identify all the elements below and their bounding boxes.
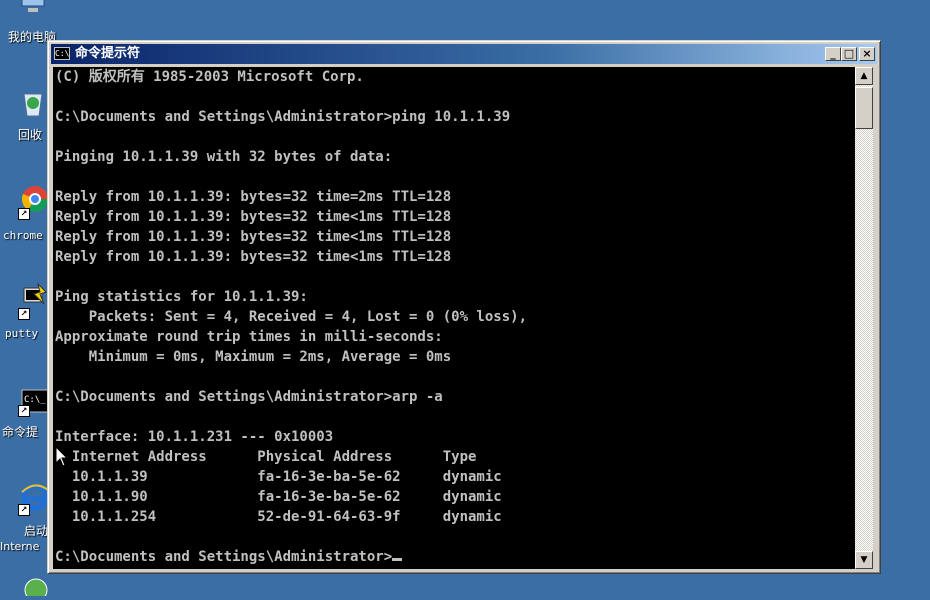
computer-icon <box>18 0 48 18</box>
console-line: (C) 版权所有 1985-2003 Microsoft Corp. <box>55 69 364 85</box>
console-line: Reply from 10.1.1.39: bytes=32 time<1ms … <box>55 209 452 225</box>
console-line: Reply from 10.1.1.39: bytes=32 time=2ms … <box>55 189 452 205</box>
scroll-up-button[interactable]: ▲ <box>855 67 873 85</box>
console-line: Ping statistics for 10.1.1.39: <box>55 289 308 305</box>
vertical-scrollbar[interactable]: ▲ ▼ <box>855 67 873 569</box>
console-line: Internet Address Physical Address Type <box>55 449 477 465</box>
shortcut-arrow-icon: ↗ <box>18 504 30 516</box>
scroll-thumb[interactable] <box>855 87 873 129</box>
console-line: Minimum = 0ms, Maximum = 2ms, Average = … <box>55 349 452 365</box>
maximize-button[interactable]: □ <box>841 47 857 61</box>
shortcut-arrow-icon: ↗ <box>18 405 30 417</box>
window-title: 命令提示符 <box>75 46 141 61</box>
cmd-window[interactable]: C:\ 命令提示符 _ □ × (C) 版权所有 1985-2003 Micro… <box>47 40 881 574</box>
mouse-pointer-icon <box>55 445 69 472</box>
console-line: C:\Documents and Settings\Administrator>… <box>55 109 511 125</box>
console-line: C:\Documents and Settings\Administrator> <box>55 549 393 565</box>
desktop-icon-label: chrome <box>3 229 43 242</box>
console-line: Reply from 10.1.1.39: bytes=32 time<1ms … <box>55 249 452 265</box>
console-line: Pinging 10.1.1.39 with 32 bytes of data: <box>55 149 393 165</box>
console-line: Reply from 10.1.1.39: bytes=32 time<1ms … <box>55 229 452 245</box>
text-cursor <box>392 558 403 561</box>
desktop-icon-label: 回收 <box>18 128 43 142</box>
desktop-icon-label-line2: Interne <box>0 540 40 553</box>
close-button[interactable]: × <box>859 47 875 61</box>
console-line: Interface: 10.1.1.231 --- 0x10003 <box>55 429 334 445</box>
console-text: (C) 版权所有 1985-2003 Microsoft Corp. C:\Do… <box>53 67 855 567</box>
shortcut-arrow-icon: ↗ <box>18 208 30 220</box>
console-output[interactable]: (C) 版权所有 1985-2003 Microsoft Corp. C:\Do… <box>53 67 855 569</box>
shortcut-arrow-icon: ↗ <box>18 308 30 320</box>
console-line: 10.1.1.39 fa-16-3e-ba-5e-62 dynamic <box>55 469 502 485</box>
console-line: Packets: Sent = 4, Received = 4, Lost = … <box>55 309 528 325</box>
console-line: C:\Documents and Settings\Administrator>… <box>55 389 443 405</box>
console-line: 10.1.1.90 fa-16-3e-ba-5e-62 dynamic <box>55 489 502 505</box>
scroll-down-button[interactable]: ▼ <box>855 551 873 569</box>
recycle-bin-icon <box>18 88 48 118</box>
title-bar[interactable]: C:\ 命令提示符 _ □ × <box>51 44 877 64</box>
svg-text:C:\_: C:\_ <box>24 395 46 405</box>
console-line: 10.1.1.254 52-de-91-64-63-9f dynamic <box>55 509 502 525</box>
desktop-icon-label: 命令提 <box>2 425 39 439</box>
minimize-button[interactable]: _ <box>825 47 841 61</box>
desktop-icon-label: 启动 <box>24 524 49 538</box>
console-line: Approximate round trip times in milli-se… <box>55 329 443 345</box>
cmd-icon: C:\ <box>54 47 70 60</box>
ie-globe-icon-partial <box>22 576 50 600</box>
desktop-icon-label: putty <box>5 327 39 340</box>
